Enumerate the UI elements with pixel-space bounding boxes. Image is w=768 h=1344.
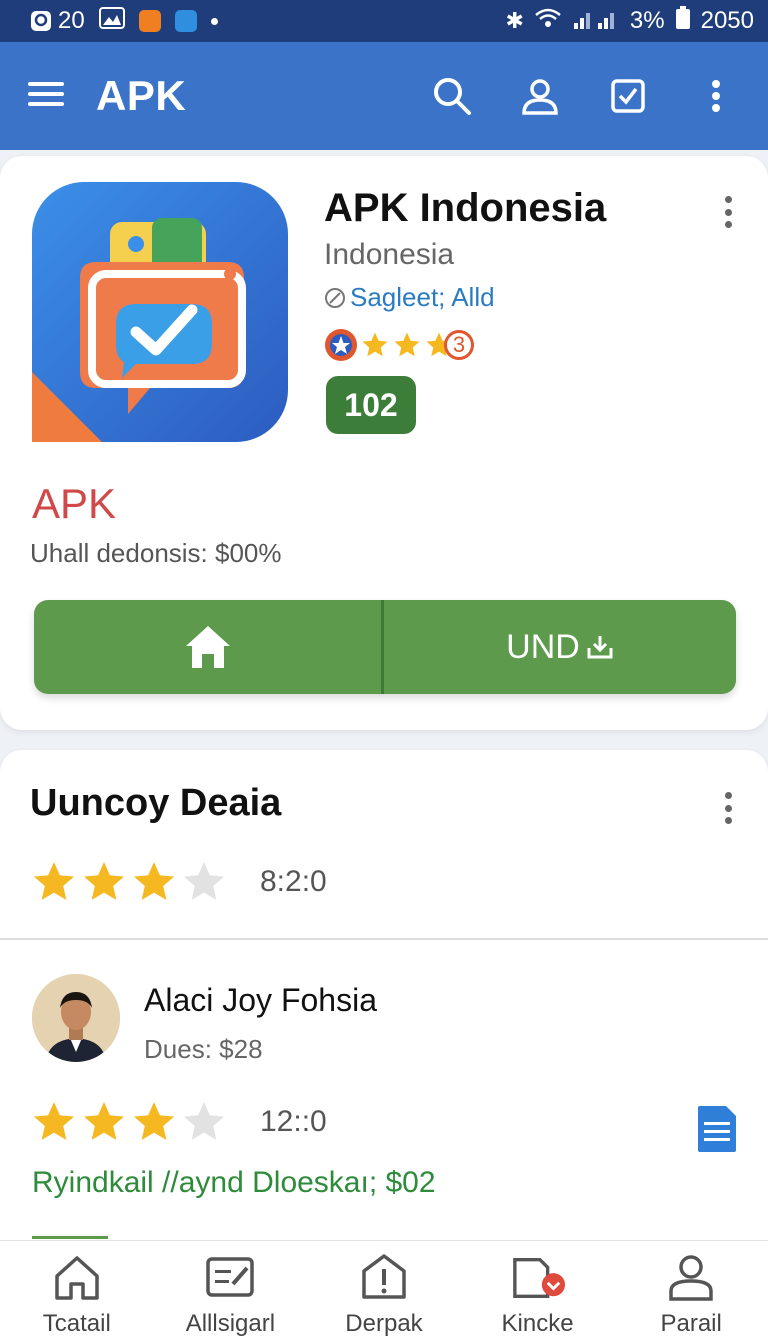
star-icon	[34, 862, 74, 900]
app-notification-icon	[138, 10, 161, 32]
wishlist-icon	[511, 1250, 565, 1304]
review-score: 12::0	[260, 1105, 327, 1138]
star-icon	[134, 1102, 174, 1140]
star-empty-icon	[184, 862, 224, 900]
leaf-icon	[325, 287, 345, 308]
app-bar: APK	[0, 42, 768, 150]
home-icon	[185, 626, 230, 668]
promo-title: APK	[32, 480, 117, 527]
star-icon	[134, 862, 174, 900]
install-button[interactable]: UND	[384, 600, 736, 694]
app-country: Indonesia	[324, 238, 455, 271]
review-rating: 12::0	[30, 1098, 327, 1146]
nav-label: Alllsigarl	[185, 1310, 276, 1337]
app-name: APK Indonesia	[324, 186, 607, 230]
nav-item-edit[interactable]: Alllsigarl	[154, 1241, 308, 1344]
rating-badge: 3	[444, 330, 474, 360]
reviews-more-icon[interactable]	[716, 788, 740, 828]
signal-icon	[572, 7, 620, 36]
document-icon[interactable]	[696, 1104, 738, 1154]
nav-label: Tcatail	[42, 1310, 111, 1337]
avatar[interactable]	[32, 974, 120, 1062]
notification-count: 20	[58, 7, 85, 34]
divider	[0, 938, 768, 940]
app-card-more-icon[interactable]	[716, 192, 740, 232]
nav-label: Derpak	[345, 1310, 423, 1337]
home-button[interactable]	[34, 600, 384, 694]
developer-link[interactable]: Sagleet; Alld	[324, 282, 495, 313]
profile-icon	[664, 1250, 718, 1304]
battery-percent: 3%	[629, 7, 665, 34]
account-icon[interactable]	[516, 72, 564, 120]
nav-item-profile[interactable]: Parail	[614, 1241, 768, 1344]
status-bar: 20 ✱ 3% 2050	[0, 0, 768, 42]
tab-indicator	[32, 1236, 108, 1239]
award-icon	[325, 329, 357, 361]
home-icon	[50, 1250, 104, 1304]
developer-name: Sagleet; Alld	[350, 282, 495, 312]
nav-item-alerts[interactable]: Derpak	[307, 1241, 461, 1344]
nav-item-wishlist[interactable]: Kincke	[461, 1241, 615, 1344]
search-icon[interactable]	[428, 72, 476, 120]
download-icon	[587, 636, 613, 659]
star-icon	[84, 862, 124, 900]
star-icon	[394, 332, 420, 357]
install-label: UND	[506, 627, 580, 666]
bottom-nav: Tcatail Alllsigarl Derpak Kincke Parail	[0, 1240, 768, 1344]
more-vert-icon[interactable]	[692, 72, 740, 120]
app-logo-icon	[32, 182, 288, 442]
app-card: APK Indonesia Indonesia Sagleet; Alld 3 …	[0, 156, 768, 730]
gallery-icon	[98, 6, 125, 36]
star-empty-icon	[184, 1102, 224, 1140]
alert-icon	[357, 1250, 411, 1304]
app-rating: 3	[324, 328, 474, 362]
count-badge: 102	[326, 376, 416, 434]
summary-score: 8:2:0	[260, 865, 327, 898]
notification-icon: 20	[30, 7, 85, 35]
clock: 2050	[700, 7, 754, 34]
action-button-group: UND	[34, 600, 736, 694]
reviews-section-title: Uuncoy Deaia	[30, 782, 282, 824]
star-icon	[362, 332, 388, 357]
nav-item-home[interactable]: Tcatail	[0, 1241, 154, 1344]
nav-label: Kincke	[501, 1310, 574, 1337]
reviewer-name: Alaci Joy Fohsia	[144, 982, 377, 1018]
app-title: APK	[96, 72, 187, 119]
edit-icon	[203, 1250, 257, 1304]
nav-label: Parail	[660, 1310, 722, 1337]
bluetooth-icon: ✱	[505, 8, 524, 33]
rating-summary: 8:2:0	[30, 858, 327, 906]
star-icon	[84, 1102, 124, 1140]
promo-subtitle: Uhall dedonsis: $00%	[30, 538, 282, 568]
reviewer-subtitle: Dues: $28	[144, 1034, 263, 1064]
wifi-icon	[534, 7, 562, 36]
battery-icon	[675, 5, 691, 37]
mail-notification-icon	[174, 10, 197, 32]
checkbox-icon[interactable]	[604, 72, 652, 120]
menu-icon[interactable]	[28, 80, 64, 113]
review-link[interactable]: Ryindkail //aynd Dloeskaı; $02	[32, 1166, 436, 1200]
dot-icon	[210, 17, 218, 25]
star-icon	[34, 1102, 74, 1140]
